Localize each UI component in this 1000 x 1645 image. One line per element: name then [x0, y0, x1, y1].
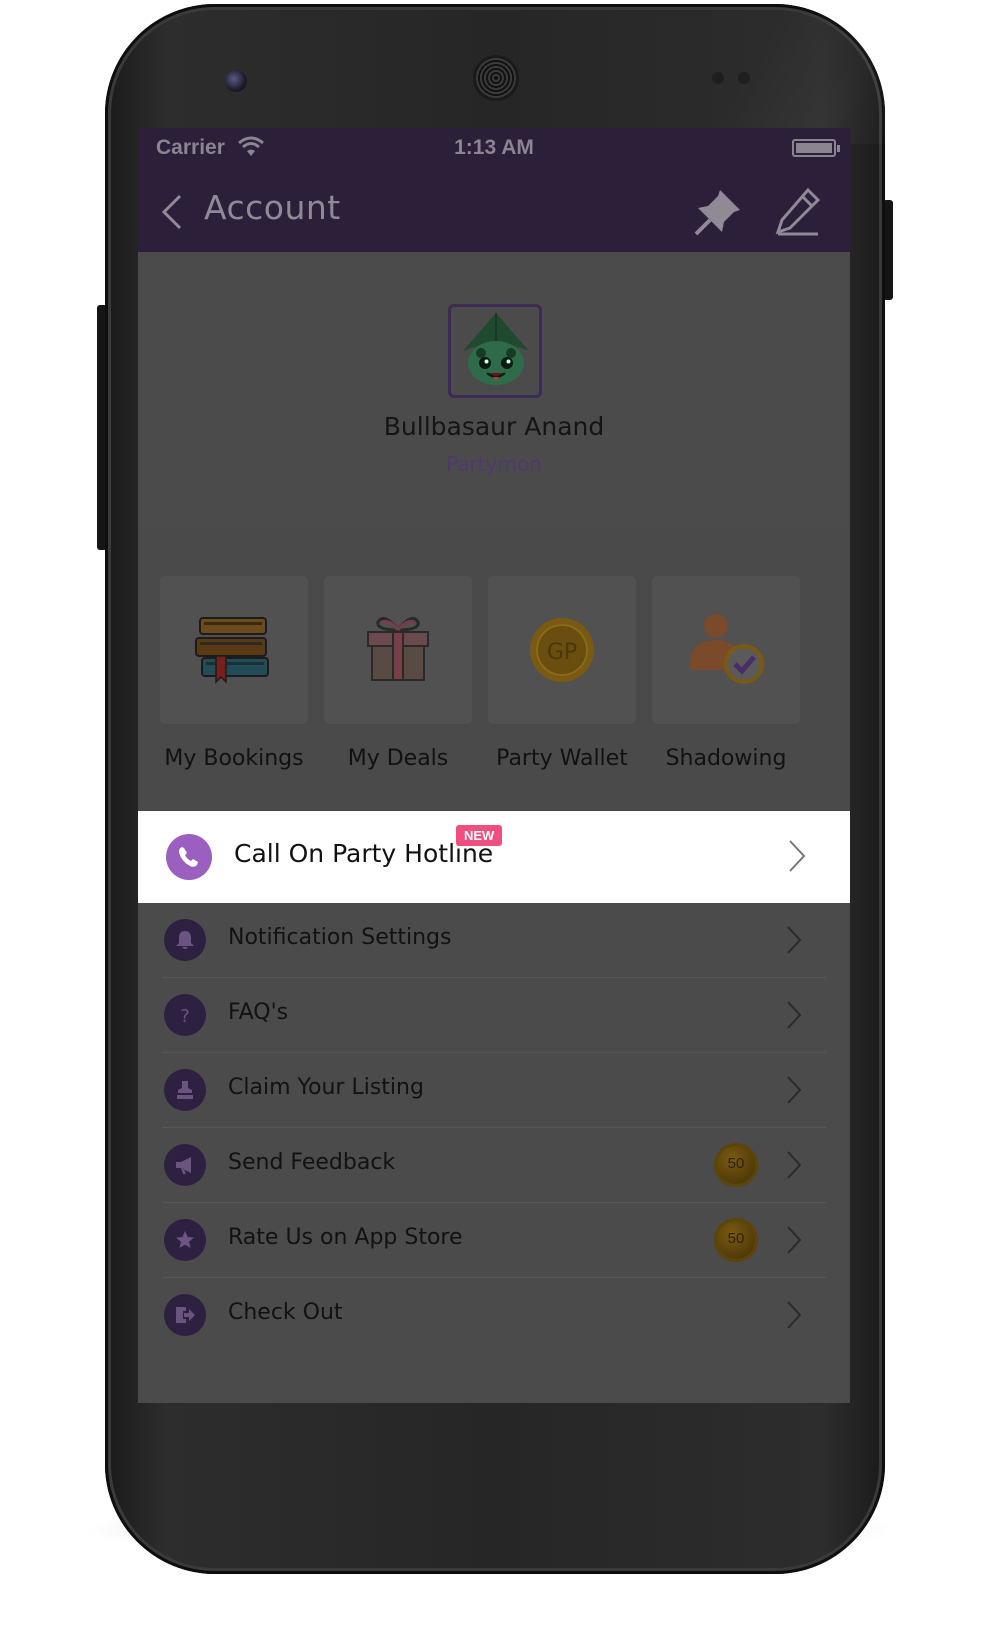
tile-my-bookings[interactable]: [160, 576, 308, 724]
avatar[interactable]: [448, 304, 542, 398]
profile-header: Bullbasaur Anand Partymon: [138, 252, 850, 528]
menu-item-faqs[interactable]: ? FAQ's: [138, 978, 850, 1053]
hotline-label: Call On Party Hotline: [234, 839, 494, 868]
gift-icon: [367, 616, 429, 681]
tile-shadowing[interactable]: [652, 576, 800, 724]
light-sensor: [738, 72, 750, 84]
status-bar: Carrier 1:13 AM: [138, 128, 850, 168]
phone-icon: [166, 834, 212, 880]
tile-label-party-wallet: Party Wallet: [496, 746, 628, 771]
tile-label-my-deals: My Deals: [347, 746, 449, 771]
menu-label: Notification Settings: [228, 925, 452, 950]
chevron-right-icon: [787, 1226, 802, 1254]
megaphone-icon: [164, 1144, 206, 1186]
edit-pencil-icon[interactable]: [774, 186, 822, 236]
coin-reward-badge: 50: [714, 1218, 758, 1262]
tile-party-wallet[interactable]: GP: [488, 576, 636, 724]
menu-label: Claim Your Listing: [228, 1075, 424, 1100]
menu-item-send-feedback[interactable]: Send Feedback 50: [138, 1128, 850, 1203]
hotline-row[interactable]: Call On Party Hotline NEW: [138, 811, 850, 903]
gp-coin-text: GP: [547, 640, 577, 665]
chevron-right-icon: [787, 1001, 802, 1029]
chevron-right-icon: [787, 1076, 802, 1104]
front-camera: [225, 70, 247, 92]
user-check-icon: [690, 614, 764, 684]
svg-text:?: ?: [180, 1006, 190, 1026]
tile-my-deals[interactable]: [324, 576, 472, 724]
tile-label-my-bookings: My Bookings: [164, 746, 304, 771]
gp-coin-icon: GP: [530, 618, 594, 682]
star-icon: [164, 1219, 206, 1261]
menu-item-rate-us[interactable]: Rate Us on App Store 50: [138, 1203, 850, 1278]
menu-label: FAQ's: [228, 1000, 289, 1025]
status-time: 1:13 AM: [454, 136, 534, 159]
chevron-right-icon: [787, 926, 802, 954]
back-chevron-icon[interactable]: [158, 192, 188, 232]
profile-name: Bullbasaur Anand: [383, 412, 605, 441]
bell-icon: [164, 919, 206, 961]
proximity-sensor: [712, 72, 724, 84]
chevron-right-icon: [789, 840, 806, 872]
question-icon: ?: [164, 994, 206, 1036]
tile-label-shadowing: Shadowing: [665, 746, 787, 771]
settings-menu: Notification Settings ? FAQ's Claim Your…: [138, 903, 850, 1403]
menu-label: Send Feedback: [228, 1150, 396, 1175]
nav-bar: Account: [138, 168, 850, 252]
earpiece-speaker: [476, 58, 516, 98]
claim-icon: [164, 1069, 206, 1111]
battery-icon: [792, 139, 840, 157]
bulbasaur-avatar-icon: [463, 313, 529, 385]
new-badge: NEW: [456, 825, 503, 846]
app-screen: Carrier 1:13 AM Account Bullbasaur Anand…: [138, 128, 850, 1403]
menu-item-check-out[interactable]: Check Out: [138, 1278, 850, 1353]
page-title: Account: [204, 188, 341, 227]
menu-item-notification-settings[interactable]: Notification Settings: [138, 903, 850, 978]
chevron-right-icon: [787, 1301, 802, 1329]
profile-role: Partymon: [446, 452, 542, 476]
menu-item-claim-listing[interactable]: Claim Your Listing: [138, 1053, 850, 1128]
coin-reward-badge: 50: [714, 1143, 758, 1187]
chevron-right-icon: [787, 1151, 802, 1179]
books-icon: [195, 617, 269, 684]
pin-icon[interactable]: [690, 184, 746, 240]
coin-reward-value: 50: [727, 1155, 745, 1172]
quick-actions: My Bookings My Deals GP Party Wallet Sha…: [138, 528, 850, 811]
menu-label: Rate Us on App Store: [228, 1225, 463, 1250]
menu-label: Check Out: [228, 1300, 343, 1325]
coin-reward-value: 50: [727, 1230, 745, 1247]
phone-gloss: [665, 14, 965, 144]
logout-icon: [164, 1294, 206, 1336]
